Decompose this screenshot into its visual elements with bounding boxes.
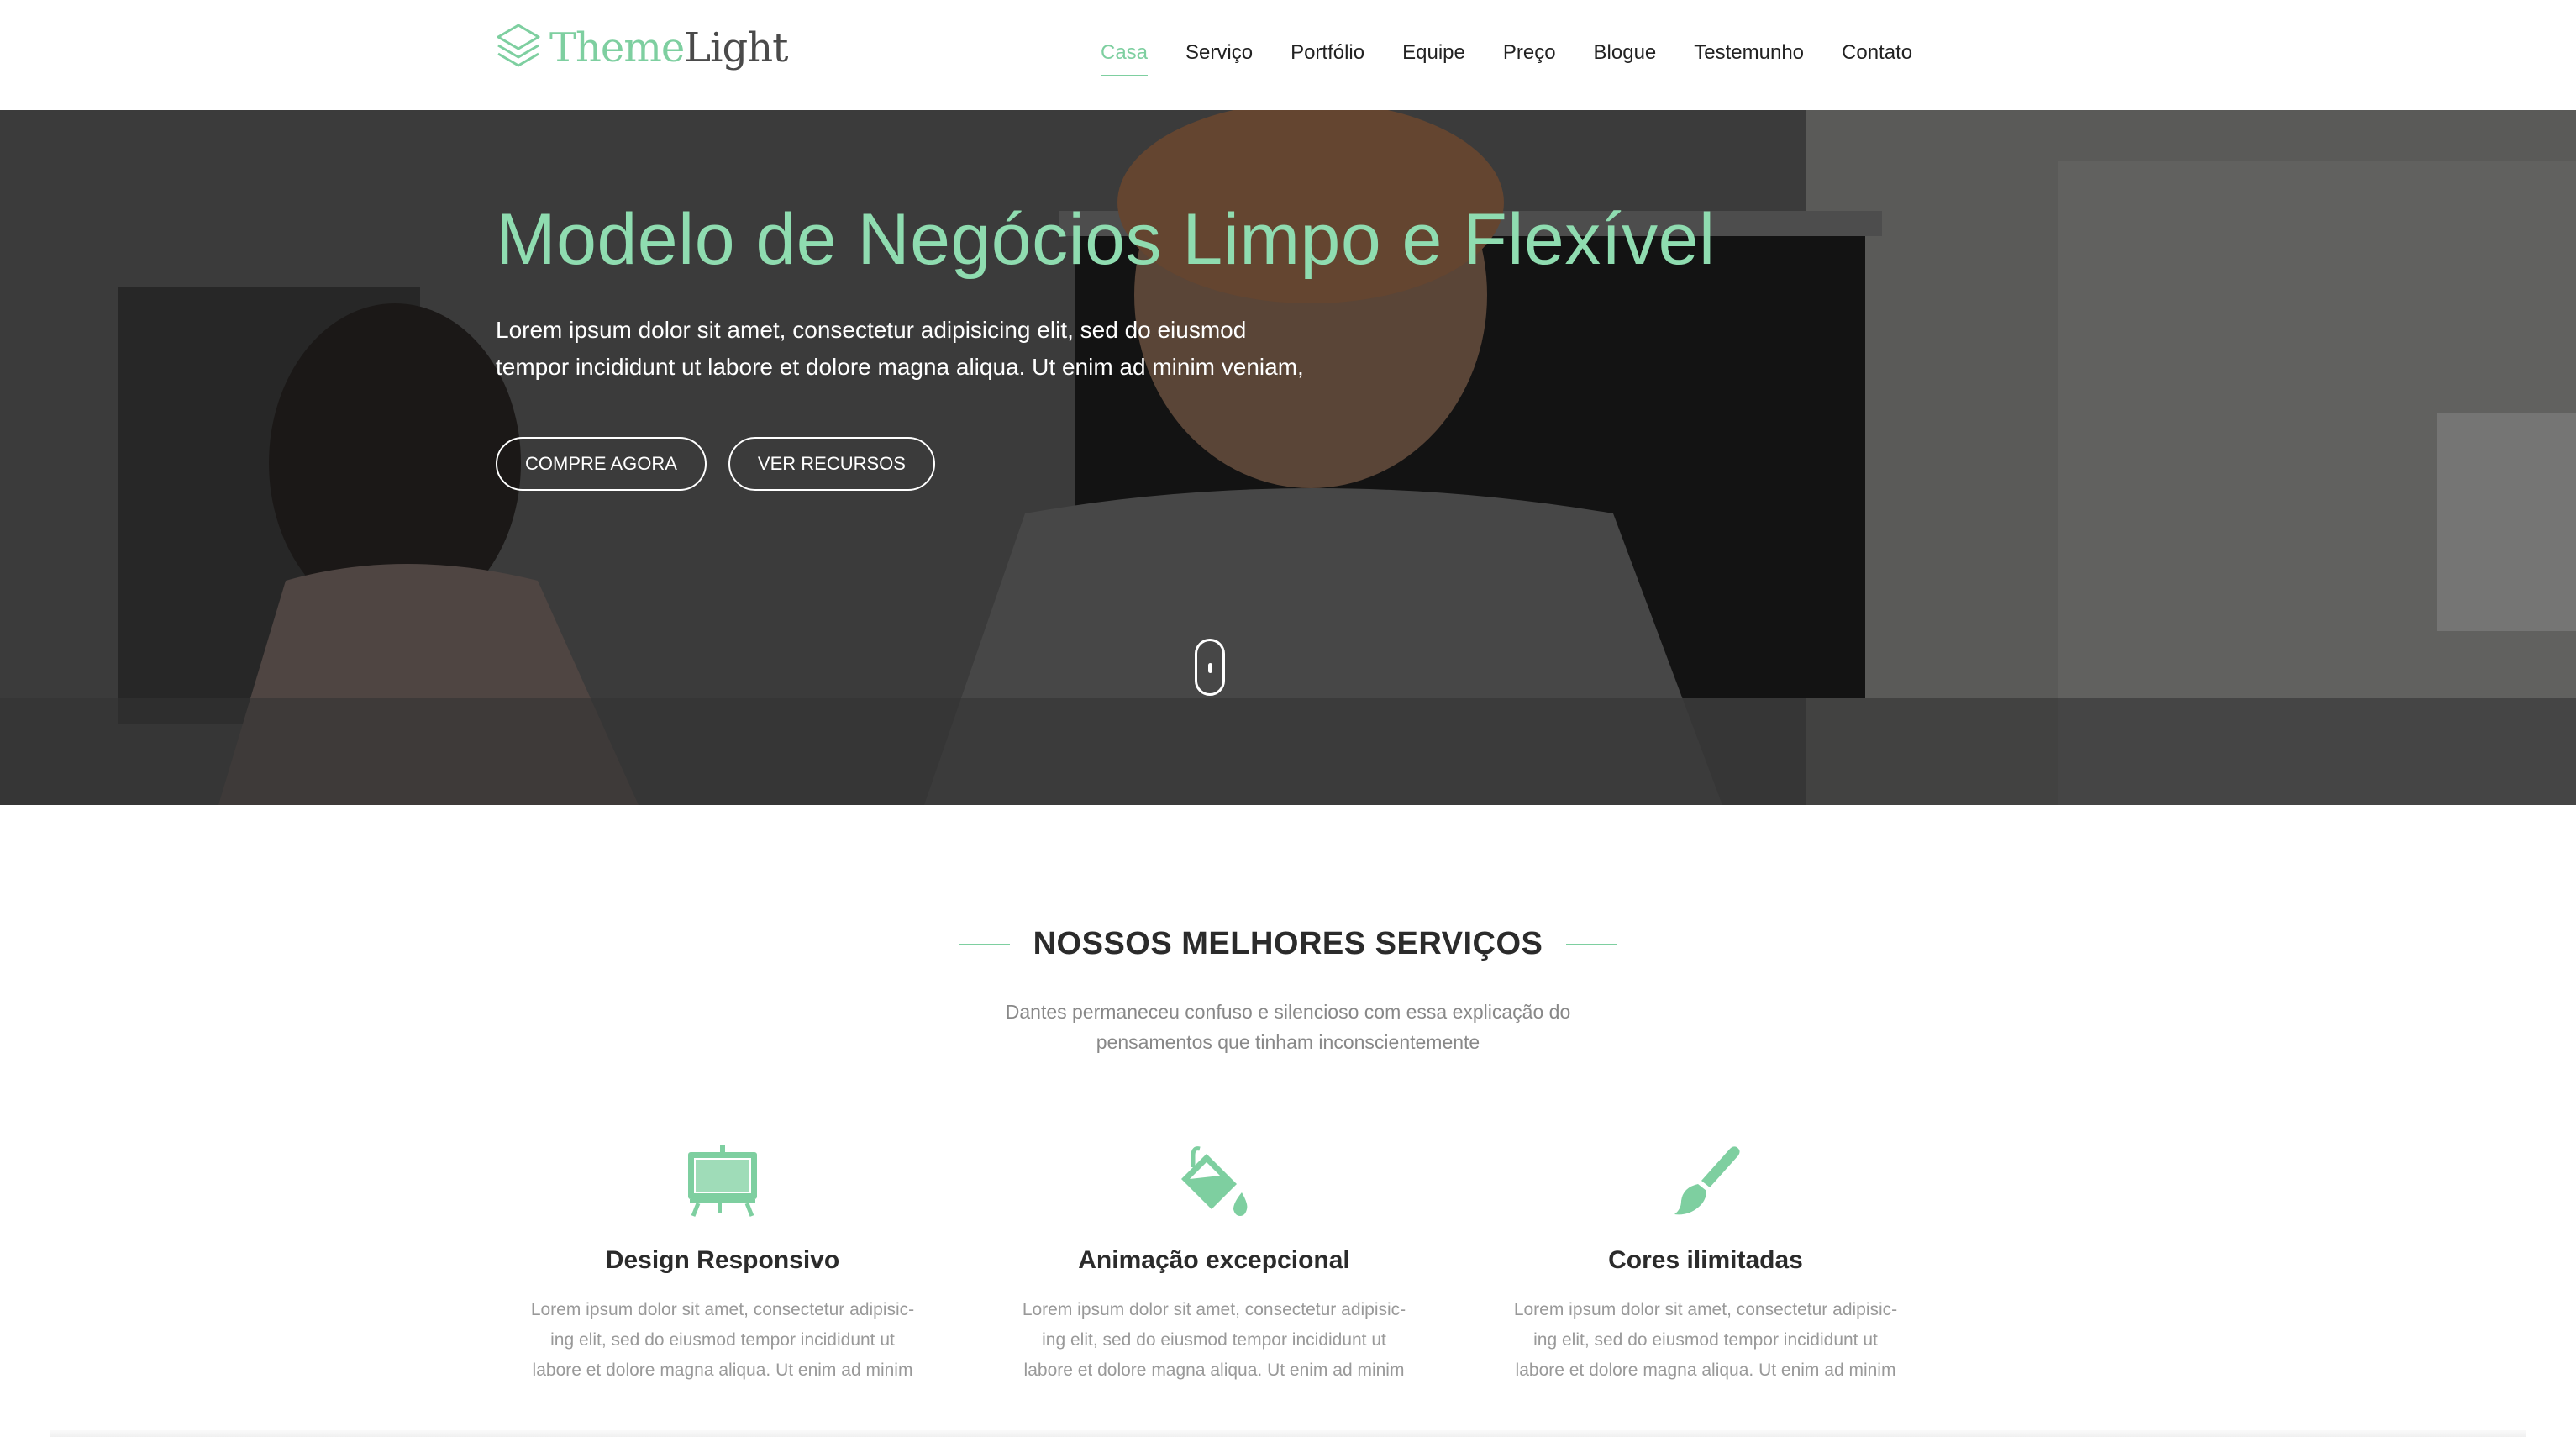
- scroll-down-mouse-icon[interactable]: [1195, 639, 1225, 696]
- title-divider-right: [1566, 943, 1617, 945]
- nav-item-blogue[interactable]: Blogue: [1594, 34, 1657, 71]
- service-card: Animação excepcional Lorem ipsum dolor s…: [1004, 1145, 1424, 1386]
- service-description-line: Lorem ipsum dolor sit amet, consectetur …: [1022, 1300, 1406, 1319]
- main-menu: Casa Serviço Portfólio Equipe Preço Blog…: [1101, 0, 1912, 105]
- hero-description: Lorem ipsum dolor sit amet, consectetur …: [496, 312, 1336, 386]
- section-subtitle-line: pensamentos que tinham inconscientemente: [1096, 1031, 1480, 1053]
- nav-item-equipe[interactable]: Equipe: [1402, 34, 1465, 71]
- service-description-line: labore et dolore magna aliqua. Ut enim a…: [1515, 1361, 1896, 1380]
- service-description-line: ing elit, sed do eiusmod tempor incididu…: [1533, 1330, 1878, 1350]
- presentation-board-icon: [688, 1145, 757, 1217]
- service-title: Animação excepcional: [1078, 1246, 1350, 1274]
- hero-title: Modelo de Negócios Limpo e Flexível: [496, 199, 1716, 280]
- hero-section: Modelo de Negócios Limpo e Flexível Lore…: [0, 110, 2576, 805]
- paint-brush-icon: [1674, 1146, 1740, 1215]
- service-title: Cores ilimitadas: [1608, 1246, 1803, 1274]
- buy-now-button[interactable]: COMPRE AGORA: [496, 437, 707, 491]
- paint-bucket-icon: [1181, 1146, 1248, 1216]
- service-description-line: Lorem ipsum dolor sit amet, consectetur …: [530, 1300, 915, 1319]
- service-description: Lorem ipsum dolor sit amet, consectetur …: [1496, 1295, 1916, 1386]
- view-features-button[interactable]: VER RECURSOS: [728, 437, 935, 491]
- brand-name: ThemeLight: [549, 28, 788, 68]
- section-bottom-edge: [50, 1430, 2526, 1437]
- service-description: Lorem ipsum dolor sit amet, consectetur …: [1004, 1295, 1424, 1386]
- nav-item-portfolio[interactable]: Portfólio: [1291, 34, 1364, 71]
- brand-name-light: Light: [684, 24, 788, 71]
- service-description-line: Lorem ipsum dolor sit amet, consectetur …: [1513, 1300, 1898, 1319]
- nav-item-contato[interactable]: Contato: [1842, 34, 1912, 71]
- hero-buttons: COMPRE AGORA VER RECURSOS: [496, 437, 957, 491]
- section-title-wrap: NOSSOS MELHORES SERVIÇOS: [0, 926, 2576, 962]
- hero-description-line: Lorem ipsum dolor sit amet, consectetur …: [496, 317, 1247, 343]
- brand-logo[interactable]: ThemeLight: [496, 18, 788, 77]
- service-description: Lorem ipsum dolor sit amet, consectetur …: [513, 1295, 933, 1386]
- nav-item-casa[interactable]: Casa: [1101, 34, 1149, 76]
- nav-item-preco[interactable]: Preço: [1503, 34, 1556, 71]
- nav-item-testemunho[interactable]: Testemunho: [1694, 34, 1804, 71]
- services-section: NOSSOS MELHORES SERVIÇOS Dantes permanec…: [0, 805, 2576, 1437]
- brand-name-theme: Theme: [549, 24, 685, 71]
- navbar: ThemeLight Casa Serviço Portfólio Equipe…: [0, 0, 2576, 110]
- service-description-line: labore et dolore magna aliqua. Ut enim a…: [1023, 1361, 1405, 1380]
- service-title: Design Responsivo: [605, 1246, 840, 1274]
- nav-item-servico[interactable]: Serviço: [1185, 34, 1253, 71]
- service-description-line: ing elit, sed do eiusmod tempor incididu…: [550, 1330, 895, 1350]
- service-card: Cores ilimitadas Lorem ipsum dolor sit a…: [1496, 1145, 1916, 1386]
- service-description-line: labore et dolore magna aliqua. Ut enim a…: [532, 1361, 913, 1380]
- service-card: Design Responsivo Lorem ipsum dolor sit …: [513, 1145, 933, 1386]
- layers-logo-icon: [497, 24, 540, 67]
- section-title: NOSSOS MELHORES SERVIÇOS: [1033, 926, 1543, 961]
- section-subtitle: Dantes permaneceu confuso e silencioso c…: [868, 997, 1708, 1057]
- service-description-line: ing elit, sed do eiusmod tempor incididu…: [1042, 1330, 1386, 1350]
- section-subtitle-line: Dantes permaneceu confuso e silencioso c…: [1005, 1001, 1571, 1023]
- title-divider-left: [959, 943, 1010, 945]
- hero-description-line: tempor incididunt ut labore et dolore ma…: [496, 354, 1304, 380]
